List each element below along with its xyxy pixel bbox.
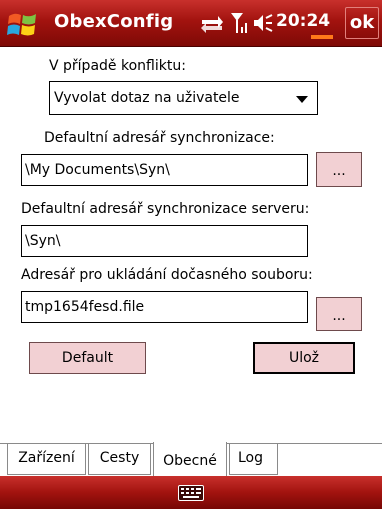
tab-paths[interactable]: Cesty <box>88 444 151 475</box>
volume-icon[interactable] <box>252 12 274 38</box>
server-dir-label: Defaultní adresář synchronizace serveru: <box>21 201 310 217</box>
browse-sync-dir-button[interactable]: ... <box>316 152 362 187</box>
keyboard-icon[interactable] <box>178 485 204 505</box>
conflict-select-value: Vyvolat dotaz na uživatele <box>54 90 240 106</box>
server-dir-input[interactable]: \Syn\ <box>21 225 308 257</box>
signal-icon[interactable] <box>230 11 250 39</box>
browse-temp-file-button[interactable]: ... <box>316 297 362 331</box>
connectivity-icon[interactable] <box>200 14 224 38</box>
conflict-select[interactable]: Vyvolat dotaz na uživatele <box>49 81 318 115</box>
chevron-down-icon <box>296 96 308 103</box>
title-bar: ObexConfig 20:24 ok <box>0 0 382 47</box>
save-button[interactable]: Ulož <box>253 342 355 374</box>
conflict-label: V případě konfliktu: <box>49 58 186 74</box>
app-title: ObexConfig <box>54 11 174 32</box>
temp-file-label: Adresář pro ukládání dočasného souboru: <box>21 267 313 283</box>
clock-indicator <box>311 35 333 39</box>
default-button[interactable]: Default <box>29 342 146 374</box>
temp-file-input[interactable]: tmp1654fesd.file <box>21 291 308 323</box>
ok-button[interactable]: ok <box>345 7 379 39</box>
windows-start-icon[interactable] <box>6 10 40 40</box>
tab-log[interactable]: Log <box>229 444 278 475</box>
sync-dir-input[interactable]: \My Documents\Syn\ <box>21 154 308 186</box>
sync-dir-label: Defaultní adresář synchronizace: <box>44 130 275 146</box>
clock[interactable]: 20:24 <box>276 11 330 31</box>
tab-strip: Zařízení Cesty Obecné Log <box>0 442 382 477</box>
tab-general[interactable]: Obecné <box>153 442 227 477</box>
tab-device[interactable]: Zařízení <box>7 444 86 475</box>
menu-bar <box>0 476 382 509</box>
settings-panel: V případě konfliktu: Vyvolat dotaz na už… <box>0 48 382 443</box>
